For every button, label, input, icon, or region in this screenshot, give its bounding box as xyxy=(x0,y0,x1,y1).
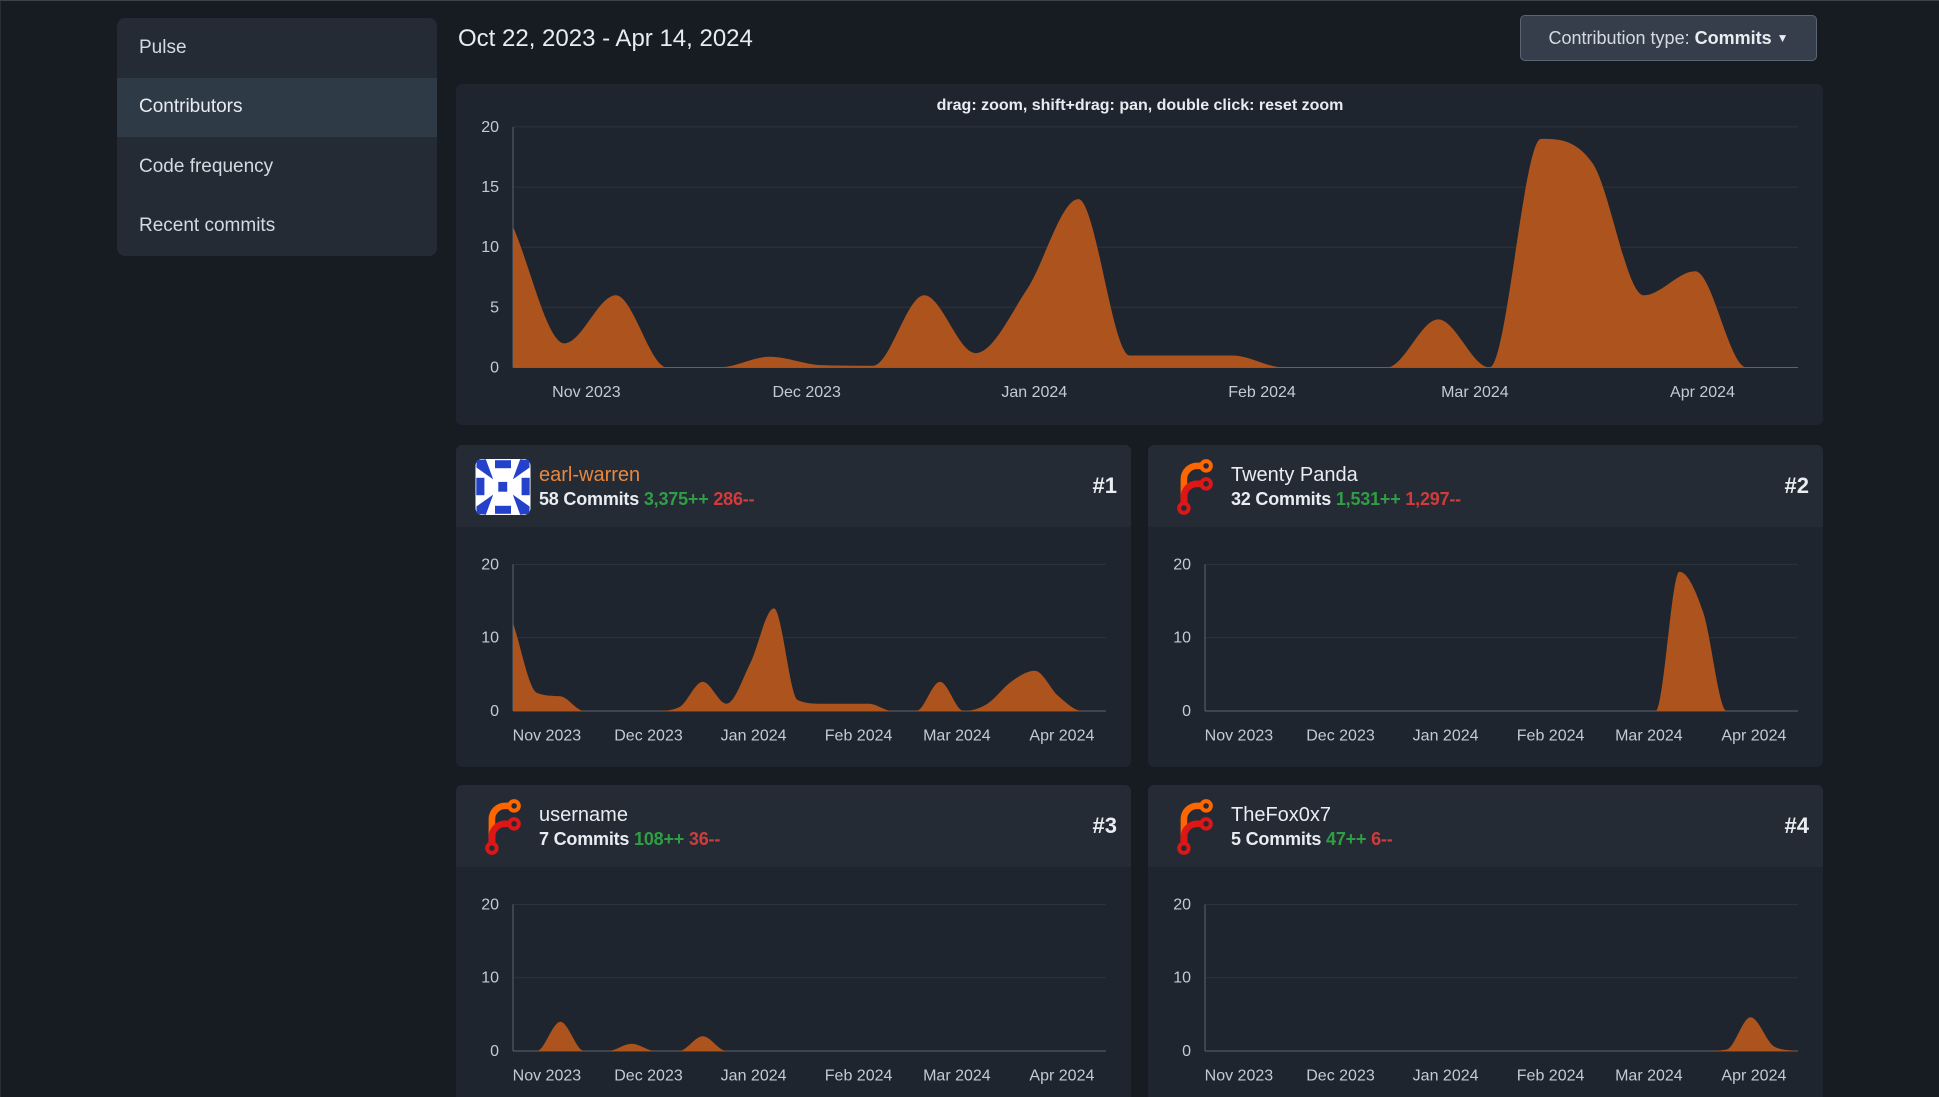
svg-text:10: 10 xyxy=(481,970,499,987)
svg-text:20: 20 xyxy=(1173,896,1191,913)
svg-text:5: 5 xyxy=(490,299,499,316)
svg-text:Mar 2024: Mar 2024 xyxy=(923,728,991,745)
svg-text:Mar 2024: Mar 2024 xyxy=(1615,1068,1683,1085)
svg-text:Feb 2024: Feb 2024 xyxy=(825,1068,893,1085)
svg-text:Mar 2024: Mar 2024 xyxy=(923,1068,991,1085)
svg-text:Apr 2024: Apr 2024 xyxy=(1721,728,1786,745)
svg-text:Nov 2023: Nov 2023 xyxy=(513,1068,582,1085)
svg-text:20: 20 xyxy=(481,896,499,913)
svg-text:15: 15 xyxy=(481,179,499,196)
svg-text:Nov 2023: Nov 2023 xyxy=(1205,728,1274,745)
svg-text:Jan 2024: Jan 2024 xyxy=(1413,728,1479,745)
svg-text:Dec 2023: Dec 2023 xyxy=(614,1068,683,1085)
svg-text:Dec 2023: Dec 2023 xyxy=(772,384,841,401)
svg-text:Dec 2023: Dec 2023 xyxy=(614,728,683,745)
svg-text:0: 0 xyxy=(1182,1043,1191,1060)
svg-text:Feb 2024: Feb 2024 xyxy=(1517,728,1585,745)
svg-text:10: 10 xyxy=(1173,970,1191,987)
svg-text:Mar 2024: Mar 2024 xyxy=(1615,728,1683,745)
svg-text:Jan 2024: Jan 2024 xyxy=(1413,1068,1479,1085)
svg-text:Apr 2024: Apr 2024 xyxy=(1029,728,1094,745)
svg-text:Feb 2024: Feb 2024 xyxy=(825,728,893,745)
svg-text:0: 0 xyxy=(490,1043,499,1060)
svg-text:drag: zoom, shift+drag: pan, d: drag: zoom, shift+drag: pan, double clic… xyxy=(937,97,1344,114)
svg-text:Apr 2024: Apr 2024 xyxy=(1721,1068,1786,1085)
svg-text:Dec 2023: Dec 2023 xyxy=(1306,1068,1375,1085)
svg-text:Nov 2023: Nov 2023 xyxy=(552,384,621,401)
svg-text:Nov 2023: Nov 2023 xyxy=(513,728,582,745)
svg-text:Apr 2024: Apr 2024 xyxy=(1029,1068,1094,1085)
svg-text:Apr 2024: Apr 2024 xyxy=(1670,384,1735,401)
svg-text:10: 10 xyxy=(1173,630,1191,647)
svg-text:0: 0 xyxy=(1182,703,1191,720)
svg-text:0: 0 xyxy=(490,360,499,377)
svg-text:20: 20 xyxy=(481,556,499,573)
svg-text:Dec 2023: Dec 2023 xyxy=(1306,728,1375,745)
svg-text:10: 10 xyxy=(481,630,499,647)
svg-text:Jan 2024: Jan 2024 xyxy=(721,1068,787,1085)
svg-text:10: 10 xyxy=(481,239,499,256)
svg-text:Jan 2024: Jan 2024 xyxy=(721,728,787,745)
svg-text:Nov 2023: Nov 2023 xyxy=(1205,1068,1274,1085)
svg-text:20: 20 xyxy=(1173,556,1191,573)
svg-text:Feb 2024: Feb 2024 xyxy=(1228,384,1296,401)
svg-text:20: 20 xyxy=(481,119,499,136)
svg-text:Feb 2024: Feb 2024 xyxy=(1517,1068,1585,1085)
svg-text:0: 0 xyxy=(490,703,499,720)
svg-text:Mar 2024: Mar 2024 xyxy=(1441,384,1509,401)
svg-text:Jan 2024: Jan 2024 xyxy=(1001,384,1067,401)
